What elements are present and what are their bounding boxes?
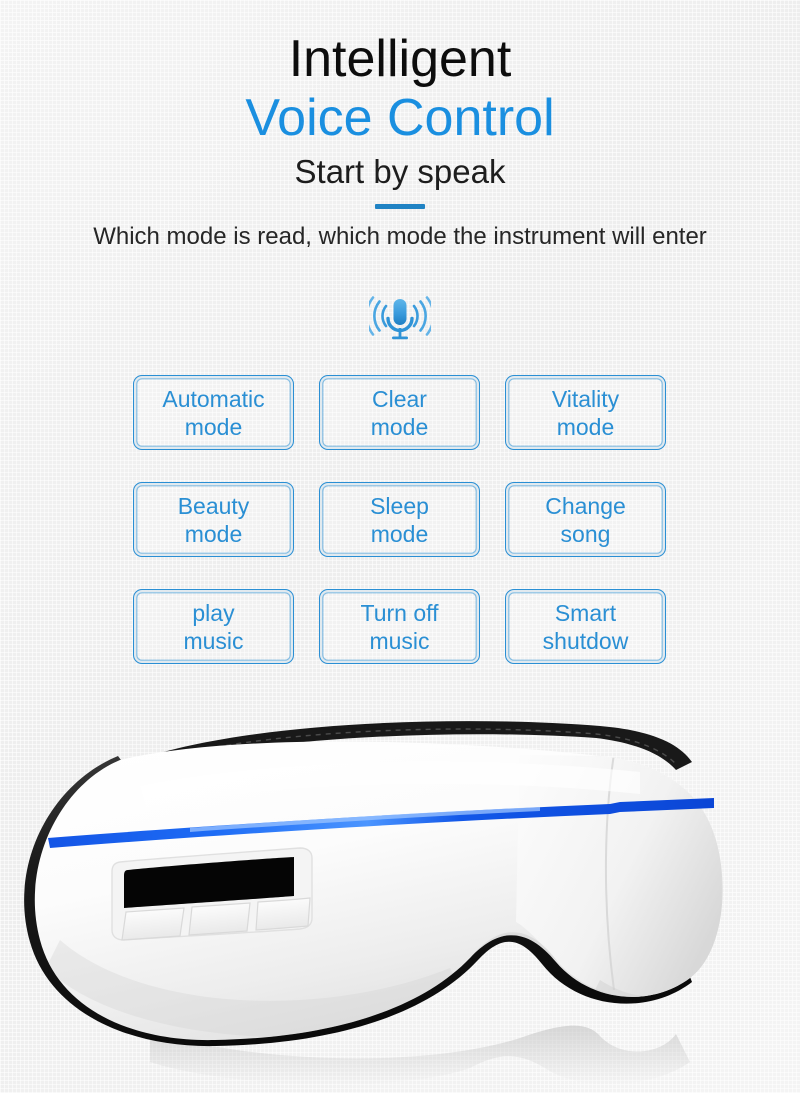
voice-command-clear-mode[interactable]: Clear mode [319, 375, 480, 450]
page-title-line2: Voice Control [245, 89, 555, 147]
voice-command-vitality-mode[interactable]: Vitality mode [505, 375, 666, 450]
eye-massager-illustration [24, 721, 723, 1085]
voice-command-play-music[interactable]: play music [133, 589, 294, 664]
page-tagline: Which mode is read, which mode the instr… [93, 223, 707, 250]
voice-command-smart-shutdown[interactable]: Smart shutdow [505, 589, 666, 664]
voice-command-grid: Automatic mode Clear mode Vitality mode … [133, 375, 668, 664]
voice-command-change-song[interactable]: Change song [505, 482, 666, 557]
voice-command-beauty-mode[interactable]: Beauty mode [133, 482, 294, 557]
voice-command-turn-off-music[interactable]: Turn off music [319, 589, 480, 664]
promo-page: Intelligent Voice Control Start by speak… [0, 0, 800, 1093]
headline-section: Intelligent Voice Control Start by speak… [0, 0, 800, 252]
page-subtitle: Start by speak [294, 153, 506, 190]
page-title-line1: Intelligent [288, 30, 512, 88]
device-button-1 [121, 907, 185, 941]
voice-command-sleep-mode[interactable]: Sleep mode [319, 482, 480, 557]
microphone-icon [369, 296, 431, 340]
product-image [0, 690, 800, 1093]
microphone-icon-container [0, 294, 800, 348]
device-button-2 [188, 902, 251, 936]
voice-command-automatic-mode[interactable]: Automatic mode [133, 375, 294, 450]
device-button-3 [255, 897, 311, 931]
device-control-panel [111, 847, 313, 941]
